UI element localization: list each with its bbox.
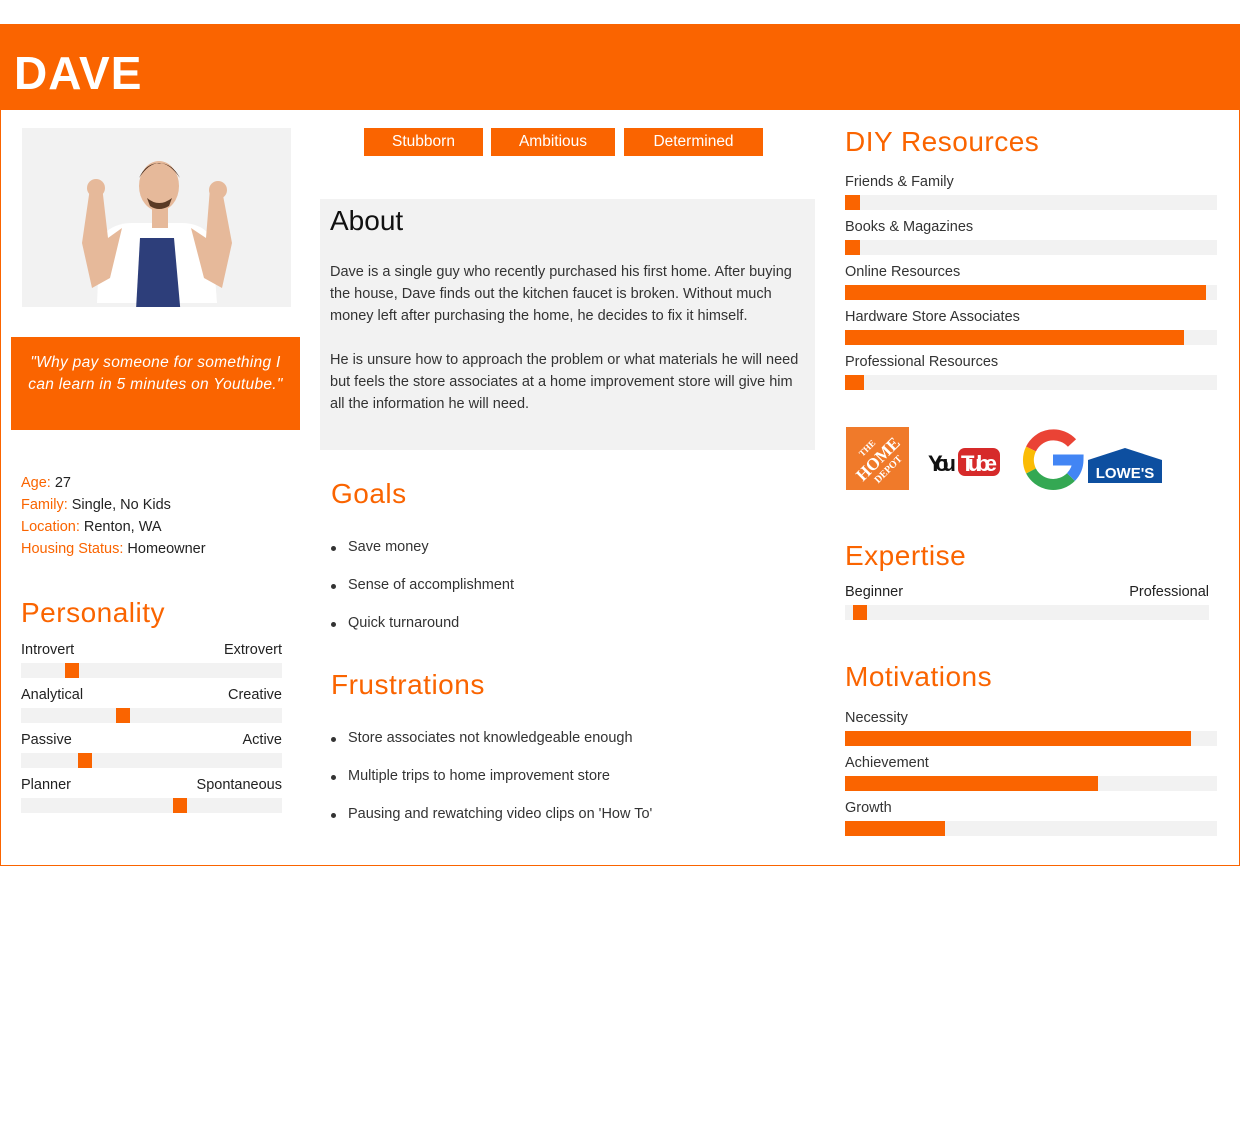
bar-label: Friends & Family bbox=[845, 174, 954, 190]
bar-label: Necessity bbox=[845, 710, 908, 726]
frustration-item: Multiple trips to home improvement store bbox=[331, 768, 652, 806]
slider-marker bbox=[77, 753, 92, 768]
expertise-marker bbox=[852, 605, 867, 620]
bar-label: Professional Resources bbox=[845, 354, 999, 370]
diy-bar: Professional Resources bbox=[845, 354, 1217, 390]
bar-fill bbox=[845, 240, 860, 255]
bar-track bbox=[845, 330, 1217, 345]
personality-title: Personality bbox=[21, 597, 166, 628]
header: DAVE bbox=[0, 24, 1240, 110]
expertise-track bbox=[845, 605, 1209, 620]
bar-fill bbox=[845, 776, 1098, 791]
youtube-logo: You Tube bbox=[928, 446, 1002, 483]
goal-item: Save money bbox=[331, 539, 514, 577]
personality-slider: Planner Spontaneous bbox=[21, 777, 282, 813]
bar-label: Growth bbox=[845, 800, 892, 816]
bar-fill bbox=[845, 285, 1206, 300]
frustration-item: Store associates not knowledgeable enoug… bbox=[331, 730, 652, 768]
about-section: About Dave is a single guy who recently … bbox=[320, 199, 815, 450]
trait-tag: Ambitious bbox=[491, 128, 615, 156]
fact-housing: Housing Status: Homeowner bbox=[21, 541, 206, 557]
bar-label: Achievement bbox=[845, 755, 929, 771]
bar-fill bbox=[845, 330, 1184, 345]
bar-fill bbox=[845, 821, 946, 836]
lowes-logo: LOWE'S bbox=[1088, 448, 1162, 488]
bar-label: Online Resources bbox=[845, 264, 961, 280]
trait-tag: Determined bbox=[624, 128, 763, 156]
persona-photo bbox=[22, 128, 291, 307]
slider-track bbox=[21, 663, 282, 678]
frustrations-list: Store associates not knowledgeable enoug… bbox=[331, 730, 652, 844]
svg-text:Tube: Tube bbox=[961, 451, 997, 476]
bar-label: Hardware Store Associates bbox=[845, 309, 1020, 325]
mot-bar: Necessity bbox=[845, 710, 1217, 746]
bar-fill bbox=[845, 195, 860, 210]
diy-title: DIY Resources bbox=[845, 126, 1040, 157]
bar-track bbox=[845, 240, 1217, 255]
slider-left-label: Passive bbox=[21, 732, 72, 748]
home-depot-logo: THE HOME DEPOT bbox=[846, 427, 909, 490]
slider-left-label: Analytical bbox=[21, 687, 84, 703]
trait-tag: Stubborn bbox=[364, 128, 483, 156]
mot-bar: Achievement bbox=[845, 755, 1217, 791]
slider-right-label: Spontaneous bbox=[196, 777, 282, 793]
about-paragraph: Dave is a single guy who recently purcha… bbox=[330, 264, 792, 324]
frustration-item: Pausing and rewatching video clips on 'H… bbox=[331, 806, 652, 844]
svg-text:You: You bbox=[928, 451, 956, 476]
diy-bar: Books & Magazines bbox=[845, 219, 1217, 255]
bar-track bbox=[845, 821, 1217, 836]
motivations-title: Motivations bbox=[845, 661, 993, 692]
expertise-max-label: Professional bbox=[1129, 584, 1209, 600]
fact-location: Location: Renton, WA bbox=[21, 519, 162, 535]
goal-item: Quick turnaround bbox=[331, 615, 514, 653]
about-title: About bbox=[330, 205, 404, 236]
goals-list: Save money Sense of accomplishment Quick… bbox=[331, 539, 514, 653]
svg-text:LOWE'S: LOWE'S bbox=[1096, 465, 1155, 482]
slider-left-label: Planner bbox=[21, 777, 71, 793]
bar-track bbox=[845, 195, 1217, 210]
slider-track bbox=[21, 753, 282, 768]
bar-fill bbox=[845, 375, 864, 390]
persona-quote: "Why pay someone for something I can lea… bbox=[11, 337, 300, 430]
fact-family: Family: Single, No Kids bbox=[21, 497, 171, 513]
bar-label: Books & Magazines bbox=[845, 219, 974, 235]
goal-item: Sense of accomplishment bbox=[331, 577, 514, 615]
slider-right-label: Active bbox=[242, 732, 283, 748]
mot-bar: Growth bbox=[845, 800, 1217, 836]
slider-marker bbox=[115, 708, 130, 723]
expertise-slider: Beginner Professional bbox=[845, 584, 1209, 620]
diy-bar: Friends & Family bbox=[845, 174, 1217, 210]
diy-bar: Online Resources bbox=[845, 264, 1217, 300]
slider-marker bbox=[173, 798, 188, 813]
expertise-min-label: Beginner bbox=[845, 584, 904, 600]
bar-track bbox=[845, 776, 1217, 791]
diy-bar: Hardware Store Associates bbox=[845, 309, 1217, 345]
slider-marker bbox=[64, 663, 79, 678]
personality-slider: Introvert Extrovert bbox=[21, 642, 282, 678]
bar-track bbox=[845, 731, 1217, 746]
frustrations-title: Frustrations bbox=[331, 669, 485, 700]
fact-age: Age: 27 bbox=[21, 475, 72, 491]
slider-track bbox=[21, 708, 282, 723]
personality-slider: Analytical Creative bbox=[21, 687, 282, 723]
goals-title: Goals bbox=[331, 478, 407, 509]
slider-track bbox=[21, 798, 282, 813]
personality-slider: Passive Active bbox=[21, 732, 282, 768]
bar-track bbox=[845, 375, 1217, 390]
slider-right-label: Extrovert bbox=[223, 642, 282, 658]
google-logo bbox=[1022, 429, 1084, 496]
slider-right-label: Creative bbox=[228, 687, 282, 703]
bar-fill bbox=[845, 731, 1191, 746]
slider-left-label: Introvert bbox=[21, 642, 75, 658]
bar-track bbox=[845, 285, 1217, 300]
persona-facts: Age: 27 Family: Single, No Kids Location… bbox=[21, 472, 206, 560]
persona-name: DAVE bbox=[14, 47, 143, 99]
expertise-title: Expertise bbox=[845, 540, 967, 571]
about-paragraph: He is unsure how to approach the problem… bbox=[330, 352, 799, 412]
